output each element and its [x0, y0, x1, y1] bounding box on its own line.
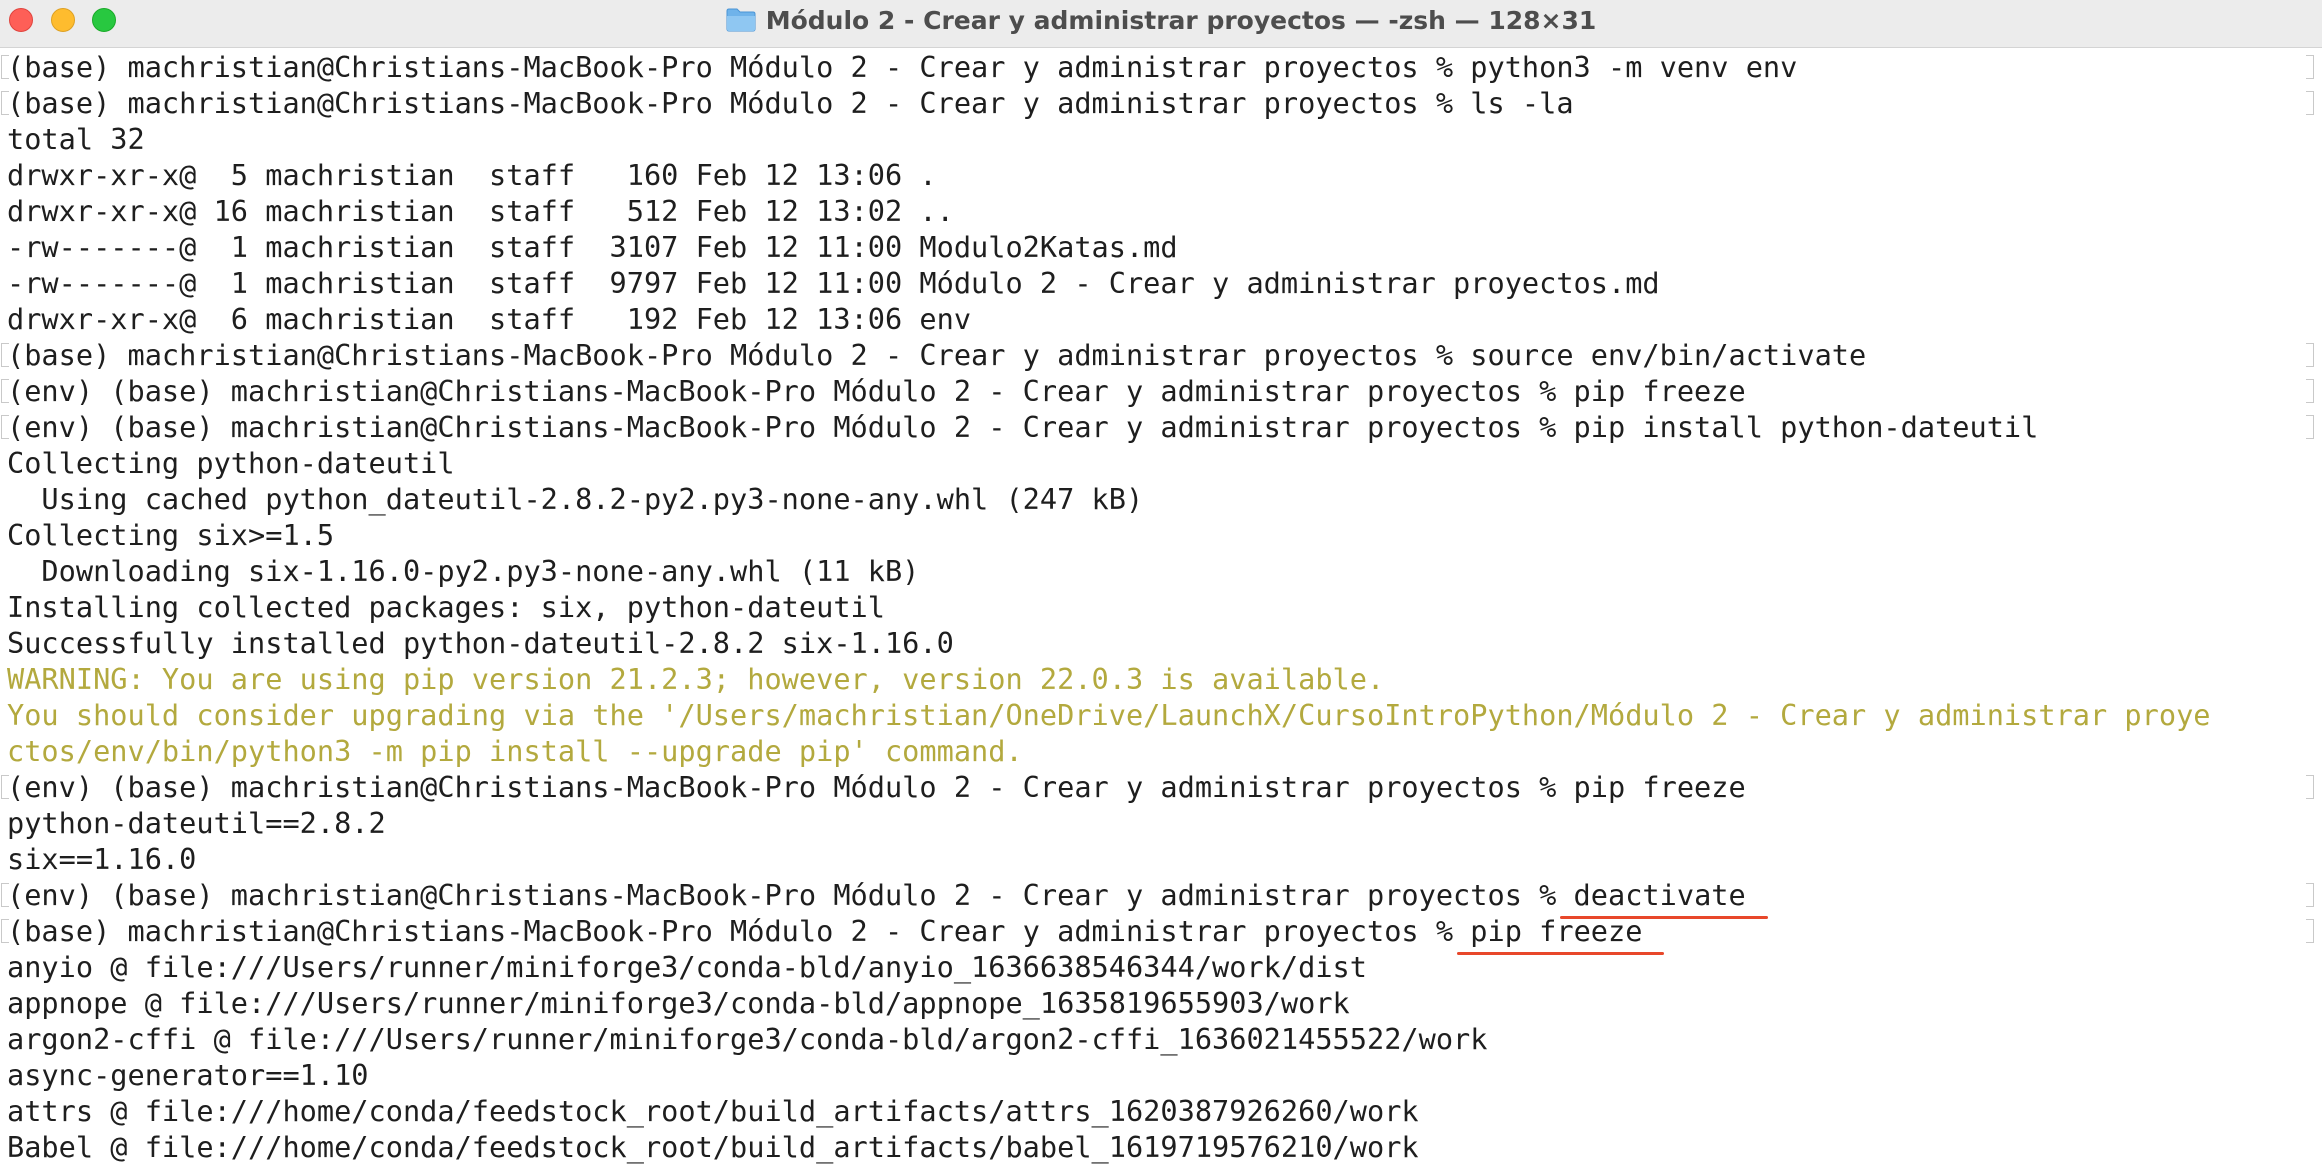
output-line: Babel @ file:///home/conda/feedstock_roo…	[7, 1130, 1419, 1164]
window-title-container: Módulo 2 - Crear y administrar proyectos…	[0, 0, 2322, 40]
prompt-text: (base) machristian@Christians-MacBook-Pr…	[7, 914, 1454, 948]
output-line: Using cached python_dateutil-2.8.2-py2.p…	[7, 482, 1144, 516]
output-line: total 32	[7, 122, 145, 156]
prompt-mark-left	[1, 883, 9, 907]
terminal-window: Módulo 2 - Crear y administrar proyectos…	[0, 0, 2322, 1168]
terminal-output[interactable]: (base) machristian@Christians-MacBook-Pr…	[7, 49, 2307, 1165]
prompt-mark-left	[1, 343, 9, 367]
prompt-line: (env) (base) machristian@Christians-MacB…	[7, 770, 1746, 804]
prompt-mark-right	[2306, 775, 2314, 799]
prompt-text: (env) (base) machristian@Christians-MacB…	[7, 878, 1557, 912]
prompt-line: (base) machristian@Christians-MacBook-Pr…	[7, 86, 1574, 120]
output-line: Successfully installed python-dateutil-2…	[7, 626, 954, 660]
output-line: Installing collected packages: six, pyth…	[7, 590, 885, 624]
underlined-command: deactivate	[1556, 878, 1769, 919]
output-line: python-dateutil==2.8.2	[7, 806, 386, 840]
prompt-mark-right	[2306, 91, 2314, 115]
output-line: Collecting python-dateutil	[7, 446, 455, 480]
warning-line: ctos/env/bin/python3 -m pip install --up…	[7, 734, 1023, 768]
output-line: Collecting six>=1.5	[7, 518, 335, 552]
output-line: six==1.16.0	[7, 842, 197, 876]
output-line: appnope @ file:///Users/runner/miniforge…	[7, 986, 1350, 1020]
warning-line: WARNING: You are using pip version 21.2.…	[7, 662, 1385, 696]
prompt-mark-left	[1, 415, 9, 439]
prompt-line: (base) machristian@Christians-MacBook-Pr…	[7, 50, 1798, 84]
output-line: drwxr-xr-x@ 16 machristian staff 512 Feb…	[7, 194, 954, 228]
warning-line: You should consider upgrading via the '/…	[7, 698, 2211, 732]
prompt-mark-left	[1, 379, 9, 403]
prompt-mark-right	[2306, 343, 2314, 367]
output-line: -rw-------@ 1 machristian staff 3107 Feb…	[7, 230, 1178, 264]
output-line: drwxr-xr-x@ 6 machristian staff 192 Feb …	[7, 302, 972, 336]
folder-icon	[726, 8, 756, 32]
output-line: argon2-cffi @ file:///Users/runner/minif…	[7, 1022, 1488, 1056]
output-line: anyio @ file:///Users/runner/miniforge3/…	[7, 950, 1367, 984]
underlined-command: pip freeze	[1453, 914, 1665, 955]
title-bar[interactable]: Módulo 2 - Crear y administrar proyectos…	[0, 0, 2322, 48]
prompt-mark-left	[1, 55, 9, 79]
prompt-mark-right	[2306, 55, 2314, 79]
prompt-line: (env) (base) machristian@Christians-MacB…	[7, 374, 1746, 408]
output-line: attrs @ file:///home/conda/feedstock_roo…	[7, 1094, 1419, 1128]
prompt-line: (base) machristian@Christians-MacBook-Pr…	[7, 338, 1867, 372]
prompt-line: (base) machristian@Christians-MacBook-Pr…	[7, 913, 2307, 955]
prompt-line: (env) (base) machristian@Christians-MacB…	[7, 877, 2307, 919]
output-line: async-generator==1.10	[7, 1058, 369, 1092]
output-line: -rw-------@ 1 machristian staff 9797 Feb…	[7, 266, 1660, 300]
output-line: drwxr-xr-x@ 5 machristian staff 160 Feb …	[7, 158, 937, 192]
prompt-mark-left	[1, 91, 9, 115]
window-title: Módulo 2 - Crear y administrar proyectos…	[765, 5, 1597, 35]
prompt-mark-left	[1, 775, 9, 799]
prompt-mark-right	[2306, 415, 2314, 439]
prompt-mark-right	[2306, 919, 2314, 943]
prompt-mark-left	[1, 919, 9, 943]
output-line: Downloading six-1.16.0-py2.py3-none-any.…	[7, 554, 920, 588]
prompt-line: (env) (base) machristian@Christians-MacB…	[7, 410, 2039, 444]
prompt-mark-right	[2306, 883, 2314, 907]
prompt-mark-right	[2306, 379, 2314, 403]
